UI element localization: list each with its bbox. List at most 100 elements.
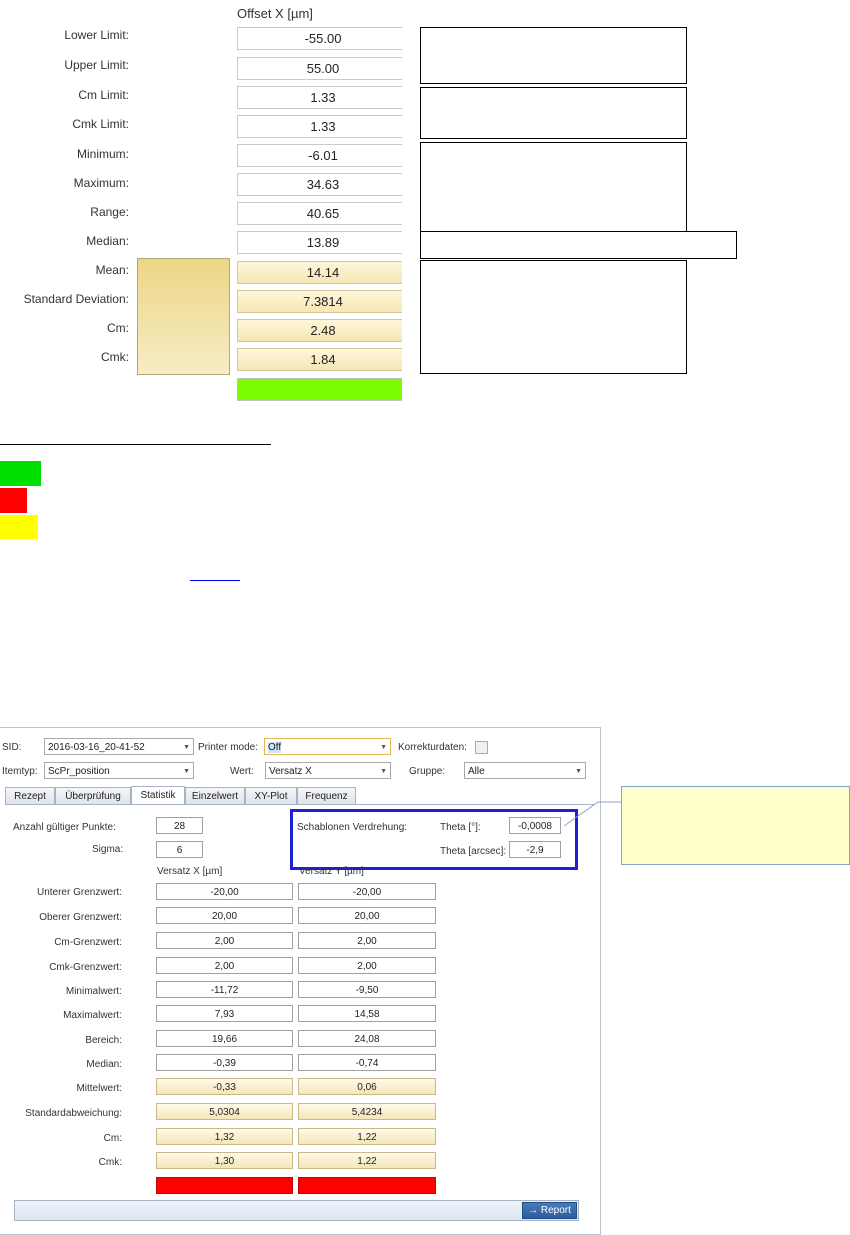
annotation-box xyxy=(420,231,737,259)
bereich-x: 19,66 xyxy=(156,1030,293,1047)
report-button[interactable]: → Report xyxy=(522,1202,577,1219)
maximum-value: 34.63 xyxy=(237,173,408,196)
minimalwert-label: Minimalwert: xyxy=(65,986,122,997)
printer-mode-dropdown[interactable]: Off ▼ xyxy=(264,738,391,755)
cmk-limit-label: Cmk Limit: xyxy=(72,117,129,131)
annotation-box xyxy=(420,27,687,84)
upper-limit-value: 55.00 xyxy=(237,57,408,80)
median-label: Median: xyxy=(86,234,129,248)
mean-label: Mean: xyxy=(95,263,129,277)
cmk-label: Cmk: xyxy=(101,350,129,364)
itemtyp-value: ScPr_position xyxy=(48,766,110,777)
minimum-label: Minimum: xyxy=(76,147,129,161)
cm-de-label: Cm: xyxy=(103,1133,122,1144)
cm-limit-value: 1.33 xyxy=(237,86,408,109)
versatz-y-header: Versatz Y [µm] xyxy=(299,866,364,877)
red-legend-swatch xyxy=(0,488,27,513)
cmk-y: 1,22 xyxy=(298,1152,436,1169)
korrekturdaten-checkbox[interactable] xyxy=(475,741,488,754)
tab-frequenz[interactable]: Frequenz xyxy=(297,787,356,805)
tab-rezept[interactable]: Rezept xyxy=(5,787,55,805)
valid-points-label: Anzahl gültiger Punkte: xyxy=(13,822,116,833)
cm-limit-label: Cm Limit: xyxy=(78,88,129,102)
tab-xy-plot[interactable]: XY-Plot xyxy=(245,787,297,805)
unterer-grenzwert-x: -20,00 xyxy=(156,883,293,900)
callout-note xyxy=(621,786,850,865)
chevron-down-icon: ▼ xyxy=(380,768,387,775)
status-x-bar xyxy=(156,1177,293,1194)
chevron-down-icon: ▼ xyxy=(575,768,582,775)
annotation-box xyxy=(420,260,687,374)
standard-deviation-label: Standard Deviation: xyxy=(23,292,129,306)
mean-value: 14.14 xyxy=(237,261,408,284)
maximalwert-y: 14,58 xyxy=(298,1005,436,1022)
maximalwert-label: Maximalwert: xyxy=(63,1010,122,1021)
minimum-value: -6.01 xyxy=(237,144,408,167)
hyperlink-underline[interactable] xyxy=(190,580,240,581)
valid-points-value: 28 xyxy=(156,817,203,834)
oberer-grenzwert-x: 20,00 xyxy=(156,907,293,924)
cm-x: 1,32 xyxy=(156,1128,293,1145)
cmk-grenzwert-x: 2,00 xyxy=(156,957,293,974)
standardabweichung-label: Standardabweichung: xyxy=(25,1108,122,1119)
status-y-bar xyxy=(298,1177,436,1194)
annotation-box xyxy=(420,142,687,233)
highlight-box xyxy=(290,809,578,870)
footer-toolbar: → Report xyxy=(14,1200,579,1221)
cmk-limit-value: 1.33 xyxy=(237,115,408,138)
chevron-down-icon: ▼ xyxy=(380,744,387,751)
range-value: 40.65 xyxy=(237,202,408,225)
chevron-down-icon: ▼ xyxy=(183,744,190,751)
standardabweichung-y: 5,4234 xyxy=(298,1103,436,1120)
bereich-y: 24,08 xyxy=(298,1030,436,1047)
sid-label: SID: xyxy=(2,742,22,753)
printer-mode-value: Off xyxy=(268,742,282,753)
maximalwert-x: 7,93 xyxy=(156,1005,293,1022)
gruppe-dropdown[interactable]: Alle ▼ xyxy=(464,762,586,779)
standardabweichung-x: 5,0304 xyxy=(156,1103,293,1120)
printer-mode-label: Printer mode: xyxy=(198,742,259,753)
median-x: -0,39 xyxy=(156,1054,293,1071)
gruppe-value: Alle xyxy=(468,766,485,777)
itemtyp-dropdown[interactable]: ScPr_position ▼ xyxy=(44,762,194,779)
mittelwert-y: 0,06 xyxy=(298,1078,436,1095)
wert-dropdown[interactable]: Versatz X ▼ xyxy=(265,762,391,779)
sid-value: 2016-03-16_20-41-52 xyxy=(48,742,145,753)
sid-dropdown[interactable]: 2016-03-16_20-41-52 ▼ xyxy=(44,738,194,755)
unterer-grenzwert-label: Unterer Grenzwert: xyxy=(36,887,122,898)
status-indicator-bar xyxy=(237,378,403,401)
tab-ueberpruefung[interactable]: Überprüfung xyxy=(55,787,131,805)
offset-x-column-header: Offset X [µm] xyxy=(237,6,313,21)
oberer-grenzwert-y: 20,00 xyxy=(298,907,436,924)
standard-deviation-value: 7.3814 xyxy=(237,290,408,313)
sigma-label: Sigma: xyxy=(92,844,124,855)
tab-statistik[interactable]: Statistik xyxy=(131,786,185,805)
wert-label: Wert: xyxy=(230,766,254,777)
korrekturdaten-label: Korrekturdaten: xyxy=(398,742,467,753)
median-value: 13.89 xyxy=(237,231,408,254)
yellow-legend-swatch xyxy=(0,515,38,539)
annotation-box xyxy=(420,87,687,139)
mittelwert-x: -0,33 xyxy=(156,1078,293,1095)
oberer-grenzwert-label: Oberer Grenzwert: xyxy=(39,912,122,923)
mean-color-swatch xyxy=(137,258,230,375)
gruppe-label: Gruppe: xyxy=(409,766,446,777)
tab-divider xyxy=(5,804,595,805)
itemtyp-label: Itemtyp: xyxy=(2,766,38,777)
tab-einzelwert[interactable]: Einzelwert xyxy=(185,787,245,805)
cmk-de-label: Cmk: xyxy=(98,1157,122,1168)
green-legend-swatch xyxy=(0,461,41,486)
minimalwert-x: -11,72 xyxy=(156,981,293,998)
cm-grenzwert-x: 2,00 xyxy=(156,932,293,949)
bereich-label: Bereich: xyxy=(85,1035,122,1046)
sigma-input[interactable]: 6 xyxy=(156,841,203,858)
maximum-label: Maximum: xyxy=(73,176,129,190)
lower-limit-value: -55.00 xyxy=(237,27,408,50)
wert-value: Versatz X xyxy=(269,766,312,777)
section-underline xyxy=(0,444,271,445)
upper-limit-label: Upper Limit: xyxy=(64,58,129,72)
callout-pointer xyxy=(563,801,624,827)
minimalwert-y: -9,50 xyxy=(298,981,436,998)
cm-label: Cm: xyxy=(107,321,129,335)
lower-limit-label: Lower Limit: xyxy=(64,28,129,42)
